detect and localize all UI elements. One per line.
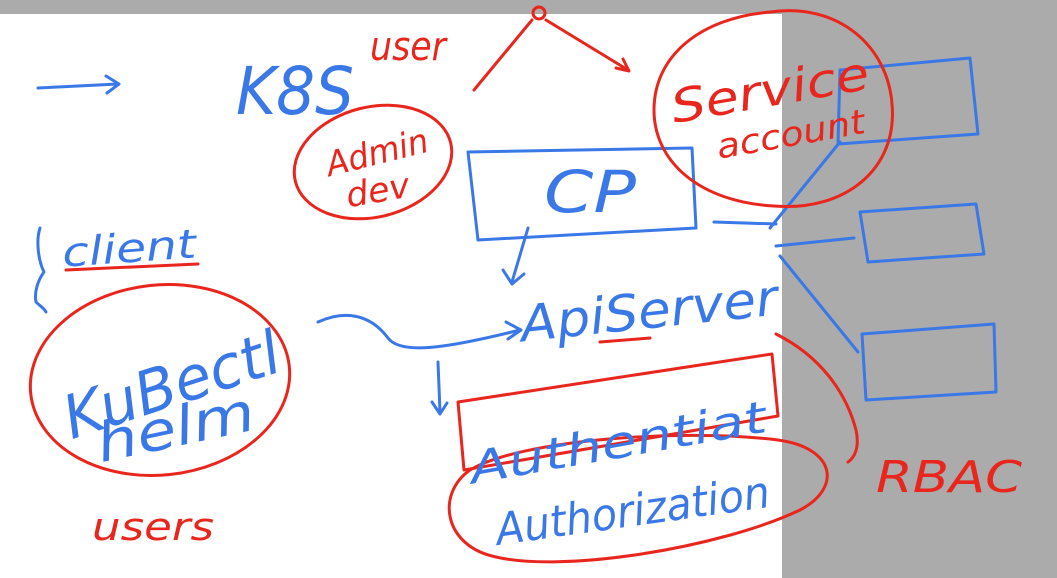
connector-mid	[774, 236, 856, 248]
user-to-service-arrow	[544, 18, 631, 73]
user-label: user	[370, 24, 448, 70]
cp-to-apiserver-arrow	[501, 226, 530, 286]
cp-label: CP	[544, 158, 636, 226]
apiserver-to-auth-arrow	[430, 360, 449, 416]
cp-connector	[712, 220, 778, 226]
rbac-label: RBAC	[876, 452, 1022, 503]
client-label: client	[61, 221, 199, 276]
user-to-admin-arrow	[472, 18, 534, 92]
diagram: K8S user Admin dev Service account CP cl…	[28, 5, 1022, 564]
user-split-point	[531, 5, 547, 21]
intro-arrow	[36, 74, 121, 95]
connector-bottom	[778, 254, 860, 354]
right-box-bottom	[860, 322, 998, 402]
apiserver-label: ApiServer	[514, 268, 783, 353]
right-box-mid	[858, 202, 986, 264]
k8s-label: K8S	[236, 53, 354, 130]
client-to-apiserver-arrow	[316, 314, 523, 350]
client-bracket	[34, 226, 48, 314]
users-label: users	[92, 505, 214, 549]
